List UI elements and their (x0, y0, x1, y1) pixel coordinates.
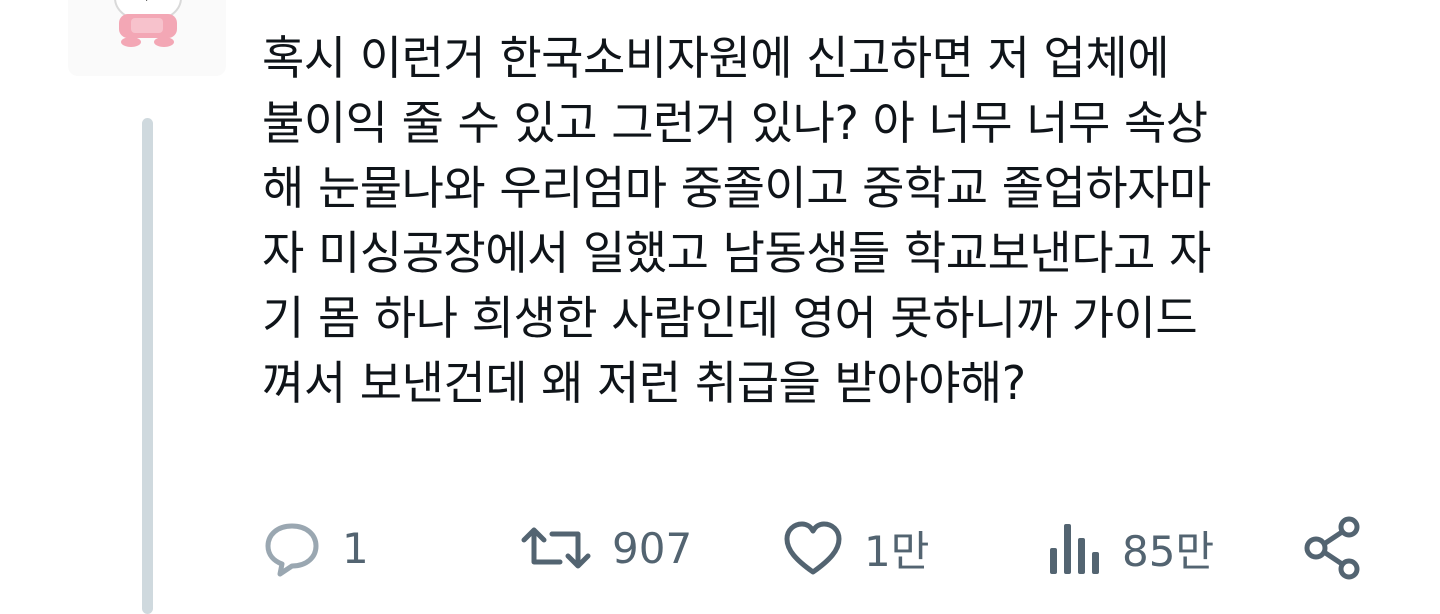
share-icon (1304, 516, 1360, 580)
share-button[interactable] (1302, 512, 1364, 584)
avatar[interactable]: , (68, 0, 226, 76)
tweet-actions: 1 907 1만 85만 (262, 512, 1372, 584)
svg-text:,: , (145, 0, 149, 3)
tweet-text: 혹시 이런거 한국소비자원에 신고하면 저 업체에 불이익 줄 수 있고 그런거… (262, 31, 1211, 410)
character-avatar-icon: , (114, 0, 182, 47)
thread-line (142, 118, 153, 614)
reply-count: 1 (342, 523, 369, 573)
like-button[interactable]: 1만 (782, 512, 929, 584)
retweet-icon (521, 527, 591, 569)
views-count: 85만 (1122, 526, 1215, 576)
views-icon (1050, 524, 1099, 574)
retweet-count: 907 (612, 523, 693, 573)
reply-button[interactable]: 1 (262, 512, 369, 584)
views-button[interactable]: 85만 (1046, 512, 1214, 584)
heart-icon (784, 521, 842, 575)
retweet-button[interactable]: 907 (520, 512, 692, 584)
reply-icon (265, 523, 319, 577)
like-count: 1만 (864, 526, 930, 576)
